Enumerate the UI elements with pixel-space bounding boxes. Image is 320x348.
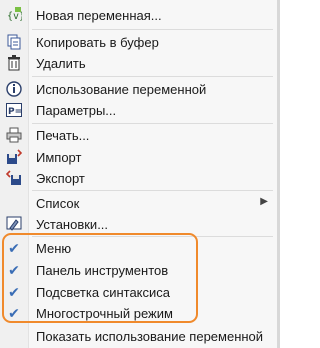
svg-text:{v}: {v}	[7, 11, 22, 22]
menu-item-label: Меню	[36, 240, 72, 256]
parameters-icon: P=	[0, 99, 28, 121]
menu-item-label: Печать...	[36, 127, 90, 143]
menu-item-label: Панель инструментов	[36, 262, 169, 278]
menu-item-print[interactable]: Печать...	[0, 124, 276, 146]
menu-item-label: Удалить	[36, 55, 86, 71]
submenu-arrow-icon: ▶	[260, 196, 268, 207]
menu-item-label: Импорт	[36, 149, 82, 165]
menu-separator	[32, 29, 273, 30]
menu-item-syntax-highlight-toggle[interactable]: ✔ Подсветка синтаксиса	[0, 281, 276, 303]
context-menu: {v} Новая переменная... Копировать в буф…	[0, 0, 280, 348]
settings-icon	[0, 213, 28, 235]
menu-item-label: Использование переменной	[36, 81, 207, 97]
menu-item-multiline-toggle[interactable]: ✔ Многострочный режим	[0, 302, 276, 324]
menu-item-delete[interactable]: Удалить	[0, 52, 276, 74]
svg-text:P=: P=	[8, 107, 22, 117]
info-icon	[0, 78, 28, 100]
menu-item-settings[interactable]: Установки...	[0, 213, 276, 235]
menu-item-label: Новая переменная...	[36, 7, 162, 23]
checkmark-icon: ✔	[8, 283, 20, 300]
menu-item-import[interactable]: Импорт	[0, 146, 276, 168]
import-icon	[0, 146, 28, 168]
printer-icon	[0, 124, 28, 146]
menu-item-label: Установки...	[36, 216, 109, 232]
menu-item-menu-toggle[interactable]: ✔ Меню	[0, 237, 276, 259]
checkmark-icon: ✔	[8, 239, 20, 256]
checkmark-icon: ✔	[8, 261, 20, 278]
menu-item-export[interactable]: Экспорт	[0, 167, 276, 189]
menu-item-list[interactable]: Список ▶	[0, 192, 276, 214]
variable-icon: {v}	[0, 4, 28, 26]
menu-separator	[32, 76, 273, 77]
menu-item-label: Копировать в буфер	[36, 34, 159, 50]
menu-separator	[32, 190, 273, 191]
menu-item-label: Многострочный режим	[36, 305, 173, 321]
menu-item-show-variable-usage[interactable]: Показать использование переменной	[0, 325, 276, 347]
menu-item-label: Показать использование переменной	[36, 328, 264, 344]
menu-item-copy[interactable]: Копировать в буфер	[0, 31, 276, 53]
trash-icon	[0, 52, 28, 74]
menu-item-variable-usage[interactable]: Использование переменной	[0, 78, 276, 100]
checkmark-icon: ✔	[8, 304, 20, 321]
menu-item-toolbar-toggle[interactable]: ✔ Панель инструментов	[0, 259, 276, 281]
menu-item-new-variable[interactable]: {v} Новая переменная...	[0, 4, 276, 26]
menu-item-parameters[interactable]: P= Параметры...	[0, 99, 276, 121]
menu-item-label: Список	[36, 195, 80, 211]
window-edge	[277, 0, 280, 348]
copy-icon	[0, 31, 28, 53]
menu-item-label: Подсветка синтаксиса	[36, 284, 171, 300]
export-icon	[0, 167, 28, 189]
menu-item-label: Параметры...	[36, 102, 117, 118]
menu-item-label: Экспорт	[36, 170, 85, 186]
